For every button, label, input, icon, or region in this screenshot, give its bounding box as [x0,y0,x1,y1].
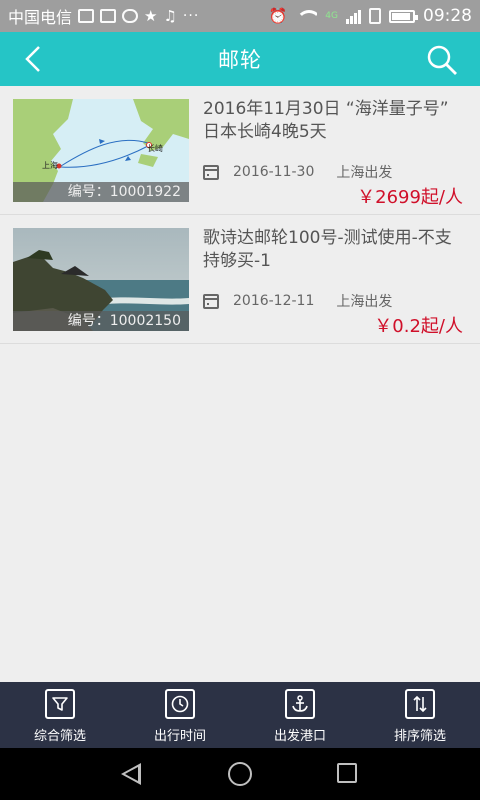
cruise-code: 编号：10002150 [13,311,189,331]
coast-photo-image: 编号：10002150 [13,228,189,331]
more-notifications-icon: ··· [182,8,200,24]
wifi-icon [295,8,318,24]
calendar-icon [203,293,219,309]
sort-icon [405,689,435,719]
alarm-icon: ⏰ [268,7,288,25]
cruise-title: 2016年11月30日 “海洋量子号” 日本长崎4晚5天 [203,99,449,142]
cruise-list: 上海 长崎 编号：10001922 2016年11月30日 “海洋量子号” 日本… [0,86,480,344]
clock-icon [165,689,195,719]
clock: 09:28 [423,6,472,26]
cruise-list-item[interactable]: 上海 长崎 编号：10001922 2016年11月30日 “海洋量子号” 日本… [0,86,480,215]
calendar-icon [203,164,219,180]
cruise-info: 歌诗达邮轮100号-测试使用-不支持够买-1 [203,227,468,273]
nav-back-icon[interactable] [121,763,141,785]
departure-port: 上海出发 [336,165,393,181]
departure-date: 2016-11-30 [233,164,315,180]
map-label-to: 长崎 [147,144,163,153]
network-type-label: 4G [325,11,338,21]
tab-label: 排序筛选 [393,729,446,744]
filter-icon [45,689,75,719]
anchor-icon [285,689,315,719]
star-notification-icon: ★ [144,7,158,25]
cruise-list-item[interactable]: 编号：10002150 歌诗达邮轮100号-测试使用-不支持够买-1 2016-… [0,215,480,344]
battery-icon [389,9,418,23]
page-title: 邮轮 [218,48,262,72]
image-notification-icon [78,9,95,23]
nav-home-icon[interactable] [228,762,252,786]
tab-label: 出行时间 [153,729,206,744]
cruise-meta: 2016-11-30 上海出发 [203,162,392,182]
cruise-code: 编号：10001922 [13,182,189,202]
tab-sort[interactable]: 排序筛选 [360,682,480,748]
tab-label: 出发港口 [273,729,326,744]
mail-notification-icon [100,9,117,23]
nav-recent-apps-icon[interactable] [337,763,357,783]
music-notification-icon: ♫ [163,7,177,25]
departure-date: 2016-12-11 [233,293,315,309]
weather-notification-icon [122,9,139,23]
cruise-info: 2016年11月30日 “海洋量子号” 日本长崎4晚5天 [203,98,468,144]
filter-tab-bar: 综合筛选 出行时间 出发港口 排序筛选 [0,682,480,748]
cruise-price: ￥2699起/人 [357,187,463,208]
tab-filter[interactable]: 综合筛选 [0,682,120,748]
app-bar: 邮轮 [0,32,480,86]
departure-port: 上海出发 [336,294,393,310]
system-nav-bar [0,748,480,800]
tab-label: 综合筛选 [33,729,86,744]
route-map-image: 上海 长崎 编号：10001922 [13,99,189,202]
signal-icon [346,8,361,24]
cruise-code-value: 10002150 [109,313,181,329]
sim-icon [369,8,381,24]
cruise-code-label: 编号： [67,184,110,200]
status-bar: 中国电信 ★ ♫ ··· ⏰ 4G 09:28 [0,0,480,32]
cruise-price: ￥0.2起/人 [374,316,463,337]
search-icon[interactable] [426,44,458,76]
cruise-code-value: 10001922 [109,184,181,200]
notification-icons: ★ ♫ ··· [78,7,199,25]
cruise-meta: 2016-12-11 上海出发 [203,291,392,311]
tab-travel-time[interactable]: 出行时间 [120,682,240,748]
map-label-from: 上海 [42,161,58,170]
cruise-title: 歌诗达邮轮100号-测试使用-不支持够买-1 [203,228,452,271]
chevron-left-icon[interactable] [18,44,48,74]
tab-departure-port[interactable]: 出发港口 [240,682,360,748]
carrier-label: 中国电信 [8,8,73,27]
cruise-code-label: 编号： [67,313,110,329]
battery-level [392,12,410,20]
